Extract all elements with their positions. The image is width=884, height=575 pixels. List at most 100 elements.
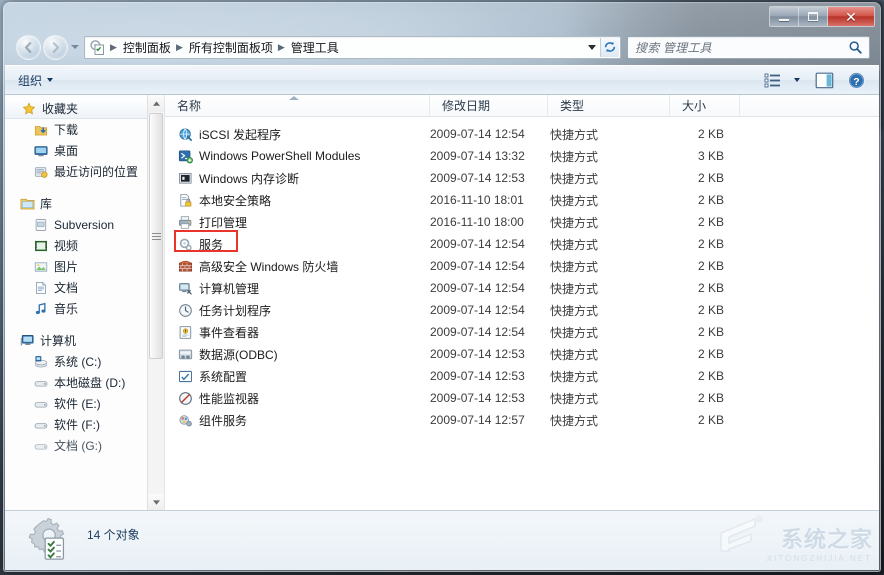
table-row[interactable]: 服务 2009-07-14 12:54 快捷方式 2 KB xyxy=(165,233,879,255)
sidebar-item-drive-d[interactable]: 本地磁盘 (D:) xyxy=(5,372,164,393)
table-row[interactable]: 性能监视器 2009-07-14 12:53 快捷方式 2 KB xyxy=(165,387,879,409)
file-name-cell[interactable]: 性能监视器 xyxy=(165,387,430,409)
file-name-label: 计算机管理 xyxy=(199,281,260,296)
table-row[interactable]: 打印管理 2016-11-10 18:00 快捷方式 2 KB xyxy=(165,211,879,233)
column-header-date[interactable]: 修改日期 xyxy=(430,95,548,117)
file-date-cell: 2009-07-14 12:53 xyxy=(430,369,525,383)
sidebar-group-libraries[interactable]: 库 xyxy=(5,193,164,214)
sidebar-item-recent-places[interactable]: 最近访问的位置 xyxy=(5,161,164,182)
table-row[interactable]: 本地安全策略 2016-11-10 18:01 快捷方式 2 KB xyxy=(165,189,879,211)
scroll-up-button[interactable] xyxy=(148,95,164,112)
breadcrumb-separator[interactable]: ▶ xyxy=(173,42,187,53)
recent-pages-button[interactable] xyxy=(68,35,82,59)
file-name-cell[interactable]: 高级安全 Windows 防火墙 xyxy=(165,255,430,277)
table-row[interactable]: 数据源(ODBC) 2009-07-14 12:53 快捷方式 2 KB xyxy=(165,343,879,365)
breadcrumb-item-control-panel[interactable]: 控制面板 xyxy=(121,39,173,56)
sidebar-item-drive-f[interactable]: 软件 (F:) xyxy=(5,414,164,435)
change-view-button[interactable] xyxy=(759,69,787,91)
file-name-cell[interactable]: 数据源(ODBC) xyxy=(165,343,430,365)
table-row[interactable]: 事件查看器 2009-07-14 12:54 快捷方式 2 KB xyxy=(165,321,879,343)
sidebar-item-drive-e[interactable]: 软件 (E:) xyxy=(5,393,164,414)
file-size-cell: 2 KB xyxy=(697,281,724,295)
file-name-cell[interactable]: Windows 内存诊断 xyxy=(165,167,430,189)
file-name-cell[interactable]: 服务 xyxy=(165,233,430,255)
maximize-button[interactable] xyxy=(799,7,828,26)
organize-button[interactable]: 组织 xyxy=(11,69,60,91)
preview-pane-button[interactable] xyxy=(807,69,841,91)
scroll-down-button[interactable] xyxy=(148,494,164,511)
breadcrumb-item-admin-tools[interactable]: 管理工具 xyxy=(289,39,341,56)
file-name-cell[interactable]: 计算机管理 xyxy=(165,277,430,299)
file-name-cell[interactable]: 本地安全策略 xyxy=(165,189,430,211)
file-name-cell[interactable]: 事件查看器 xyxy=(165,321,430,343)
search-input[interactable]: 搜索 管理工具 xyxy=(628,39,712,56)
system-drive-icon xyxy=(33,354,49,370)
sidebar-item-music[interactable]: 音乐 xyxy=(5,298,164,319)
table-row[interactable]: 计算机管理 2009-07-14 12:54 快捷方式 2 KB xyxy=(165,277,879,299)
table-row[interactable]: iSCSI 发起程序 2009-07-14 12:54 快捷方式 2 KB xyxy=(165,123,879,145)
file-size-cell: 2 KB xyxy=(697,391,724,405)
column-header-size[interactable]: 大小 xyxy=(670,95,740,117)
organize-label: 组织 xyxy=(18,73,43,88)
column-header-name[interactable]: 名称 xyxy=(165,95,430,117)
view-dropdown-button[interactable] xyxy=(787,69,807,91)
file-type-cell: 快捷方式 xyxy=(550,281,599,296)
back-button[interactable] xyxy=(16,34,41,60)
file-date-cell: 2016-11-10 18:00 xyxy=(430,215,524,229)
sidebar-group-favorites[interactable]: 收藏夹 xyxy=(5,98,156,119)
file-date-cell: 2009-07-14 12:53 xyxy=(430,391,525,405)
table-row[interactable]: 高级安全 Windows 防火墙 2009-07-14 12:54 快捷方式 2… xyxy=(165,255,879,277)
breadcrumb-separator[interactable]: ▶ xyxy=(275,42,289,53)
sidebar-item-documents[interactable]: 文档 xyxy=(5,277,164,298)
close-button[interactable]: ✕ xyxy=(828,7,874,26)
file-size-cell: 2 KB xyxy=(697,369,724,383)
file-type-cell: 快捷方式 xyxy=(550,149,599,164)
file-type-cell: 快捷方式 xyxy=(550,369,599,384)
drive-icon xyxy=(33,396,49,412)
file-size-cell: 3 KB xyxy=(697,149,724,163)
sidebar-item-desktop[interactable]: 桌面 xyxy=(5,140,164,161)
breadcrumb-item-all-items[interactable]: 所有控制面板项 xyxy=(187,39,275,56)
file-type-cell: 快捷方式 xyxy=(550,171,599,186)
sidebar-group-computer[interactable]: 计算机 xyxy=(5,330,164,351)
help-button[interactable]: ? xyxy=(841,69,871,91)
table-row[interactable]: 组件服务 2009-07-14 12:57 快捷方式 2 KB xyxy=(165,409,879,431)
table-row[interactable]: 任务计划程序 2009-07-14 12:54 快捷方式 2 KB xyxy=(165,299,879,321)
file-name-cell[interactable]: 组件服务 xyxy=(165,409,430,431)
table-row[interactable]: 系统配置 2009-07-14 12:53 快捷方式 2 KB xyxy=(165,365,879,387)
file-name-cell[interactable]: Windows PowerShell Modules xyxy=(165,145,430,167)
table-row[interactable]: Windows 内存诊断 2009-07-14 12:53 快捷方式 2 KB xyxy=(165,167,879,189)
column-header-type[interactable]: 类型 xyxy=(548,95,670,117)
file-name-label: 性能监视器 xyxy=(199,391,260,406)
sidebar-item-videos[interactable]: 视频 xyxy=(5,235,164,256)
pictures-icon xyxy=(33,259,49,275)
file-name-label: Windows PowerShell Modules xyxy=(199,149,361,163)
sidebar-item-label: 音乐 xyxy=(54,302,79,316)
file-name-cell[interactable]: 系统配置 xyxy=(165,365,430,387)
forward-button[interactable] xyxy=(43,34,68,60)
address-dropdown-button[interactable] xyxy=(584,37,600,58)
sidebar-group-label: 计算机 xyxy=(40,334,77,348)
file-name-cell[interactable]: 任务计划程序 xyxy=(165,299,430,321)
address-bar[interactable]: ▶ 控制面板 ▶ 所有控制面板项 ▶ 管理工具 xyxy=(84,35,621,59)
search-box[interactable]: 搜索 管理工具 xyxy=(627,35,870,59)
odbc-icon xyxy=(177,346,193,362)
sidebar-item-downloads[interactable]: 下载 xyxy=(5,119,164,140)
sidebar-item-system-c[interactable]: 系统 (C:) xyxy=(5,351,164,372)
table-row[interactable]: Windows PowerShell Modules 2009-07-14 13… xyxy=(165,145,879,167)
file-date-cell: 2009-07-14 12:54 xyxy=(430,303,525,317)
minimize-button[interactable] xyxy=(770,7,799,26)
sidebar-item-subversion[interactable]: Subversion xyxy=(5,214,164,235)
refresh-button[interactable] xyxy=(600,37,619,57)
file-name-cell[interactable]: iSCSI 发起程序 xyxy=(165,123,430,145)
file-size-cell: 2 KB xyxy=(697,193,724,207)
scrollbar-thumb[interactable] xyxy=(149,113,163,359)
file-name-cell[interactable]: 打印管理 xyxy=(165,211,430,233)
star-icon xyxy=(21,101,37,117)
file-name-label: iSCSI 发起程序 xyxy=(199,127,282,142)
file-name-label: 服务 xyxy=(199,237,224,252)
sidebar-scrollbar[interactable] xyxy=(147,95,164,511)
sidebar-item-drive-g[interactable]: 文档 (G:) xyxy=(5,435,164,456)
file-type-cell: 快捷方式 xyxy=(550,237,599,252)
sidebar-item-pictures[interactable]: 图片 xyxy=(5,256,164,277)
